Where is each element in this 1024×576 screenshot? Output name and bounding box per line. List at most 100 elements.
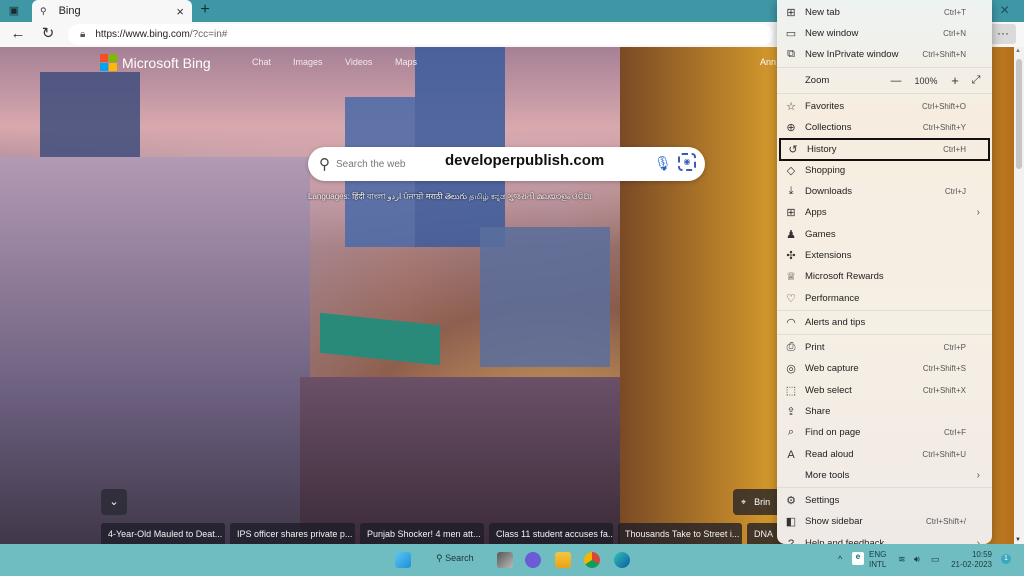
battery-icon[interactable]: ▭ <box>931 554 940 564</box>
menu-item-find-on-page[interactable]: ⌕ Find on page Ctrl+F <box>777 422 992 443</box>
new-tab-button[interactable]: + <box>196 1 214 19</box>
menu-item-alerts-and-tips[interactable]: ◠ Alerts and tips <box>777 312 992 333</box>
bing-logo[interactable]: Microsoft Bing <box>100 54 211 71</box>
location-button[interactable]: ⌖ Brin <box>733 489 783 515</box>
language-link[interactable]: తెలుగు <box>445 192 467 201</box>
menu-item-microsoft-rewards[interactable]: ♕ Microsoft Rewards <box>777 266 992 287</box>
teams-chat-icon[interactable] <box>525 552 541 568</box>
menu-label: Share <box>805 406 831 417</box>
tab-bing[interactable]: ⚲ Bing × <box>32 0 192 22</box>
language-code: ENG <box>869 550 887 559</box>
wifi-icon[interactable]: ≋ <box>898 554 906 564</box>
menu-item-help-and-feedback[interactable]: ? Help and feedback › <box>777 533 992 545</box>
languages-row: Languages: हिंदी বাংলা اردو ਪੰਜਾਬੀ मराठी… <box>308 191 591 204</box>
menu-shortcut: Ctrl+P <box>943 343 966 352</box>
clock[interactable]: 10:59 21-02-2023 <box>948 550 992 570</box>
language-indicator[interactable]: ENG INTL <box>869 550 886 570</box>
language-link[interactable]: ગુજરાતી <box>507 192 534 201</box>
print-icon: ⎙ <box>786 341 796 353</box>
apps-icon: ⊞ <box>786 207 796 219</box>
menu-item-settings[interactable]: ⚙ Settings <box>777 490 992 511</box>
search-box[interactable]: ⚲ Search the web developerpublish.com 🎙︎… <box>308 147 705 181</box>
fullscreen-icon[interactable]: ⤢ <box>965 74 987 87</box>
menu-item-share[interactable]: ⇪ Share <box>777 401 992 422</box>
zoom-out-button[interactable]: — <box>885 75 907 87</box>
visual-search-icon[interactable]: ◉ <box>678 153 696 171</box>
menu-item-shopping[interactable]: ◇ Shopping <box>777 160 992 181</box>
language-link[interactable]: বাংলা <box>367 192 386 201</box>
volume-icon[interactable]: 🔊︎ <box>914 554 920 564</box>
language-link[interactable]: മലയാളം <box>537 192 570 201</box>
menu-item-web-capture[interactable]: ◎ Web capture Ctrl+Shift+S <box>777 358 992 379</box>
menu-item-show-sidebar[interactable]: ◧ Show sidebar Ctrl+Shift+/ <box>777 511 992 532</box>
menu-label: Print <box>805 342 825 353</box>
menu-item-extensions[interactable]: ✣ Extensions <box>777 245 992 266</box>
chrome-icon[interactable] <box>584 552 600 568</box>
tray-app-icon[interactable]: e <box>852 552 864 565</box>
news-card[interactable]: Thousands Take to Street i... <box>618 523 742 544</box>
tray-overflow-icon[interactable]: ^ <box>838 554 842 564</box>
zoom-in-button[interactable]: + <box>945 73 965 88</box>
lock-icon[interactable]: 🔒︎ <box>80 29 85 40</box>
language-link[interactable]: اردو <box>388 192 402 201</box>
language-link[interactable]: ਪੰਜਾਬੀ <box>403 192 423 201</box>
microphone-icon[interactable]: 🎙︎ <box>654 155 672 172</box>
back-button[interactable]: ← <box>8 25 28 43</box>
menu-item-new-inprivate-window[interactable]: ⧉ New InPrivate window Ctrl+Shift+N <box>777 44 992 65</box>
expand-feed-button[interactable]: ⌄ <box>101 489 127 515</box>
close-window-icon[interactable]: × <box>1000 2 1009 20</box>
scroll-up-icon[interactable]: ▲ <box>1015 48 1021 54</box>
menu-item-web-select[interactable]: ⬚ Web select Ctrl+Shift+X <box>777 380 992 401</box>
language-link[interactable]: हिंदी <box>352 192 365 201</box>
notification-badge[interactable]: 1 <box>1001 554 1011 564</box>
start-button[interactable] <box>395 552 411 568</box>
history-icon: ↺ <box>788 144 798 156</box>
menu-item-apps[interactable]: ⊞ Apps › <box>777 202 992 223</box>
menu-item-new-tab[interactable]: ⊞ New tab Ctrl+T <box>777 2 992 23</box>
extensions-icon: ✣ <box>786 250 796 262</box>
news-card[interactable]: Class 11 student accuses fa... <box>489 523 613 544</box>
menu-item-history[interactable]: ↺ History Ctrl+H <box>779 138 990 161</box>
vertical-scrollbar[interactable]: ▲ ▼ <box>1014 47 1024 544</box>
menu-item-new-window[interactable]: ▭ New window Ctrl+N <box>777 23 992 44</box>
scrollbar-thumb[interactable] <box>1016 59 1022 169</box>
bell-icon: ◠ <box>786 317 796 329</box>
task-view-icon[interactable] <box>497 552 513 568</box>
tab-actions-icon[interactable]: ▣ <box>6 4 22 18</box>
settings-and-more-button[interactable]: ··· <box>990 24 1016 44</box>
scroll-down-icon[interactable]: ▼ <box>1015 537 1021 543</box>
menu-item-favorites[interactable]: ☆ Favorites Ctrl+Shift+O <box>777 96 992 117</box>
nav-right-partial[interactable]: Ann <box>760 57 776 67</box>
collections-icon: ⊕ <box>786 122 796 134</box>
language-link[interactable]: ಕನ್ನಡ <box>491 192 505 201</box>
nav-chat[interactable]: Chat <box>252 57 271 67</box>
nav-videos[interactable]: Videos <box>345 57 372 67</box>
menu-item-read-aloud[interactable]: A Read aloud Ctrl+Shift+U <box>777 444 992 465</box>
taskbar-search-label: Search <box>445 553 474 563</box>
news-card[interactable]: 4-Year-Old Mauled to Deat... <box>101 523 225 544</box>
close-tab-icon[interactable]: × <box>176 4 184 19</box>
menu-shortcut: Ctrl+Shift+S <box>922 364 966 373</box>
menu-item-print[interactable]: ⎙ Print Ctrl+P <box>777 337 992 358</box>
menu-item-downloads[interactable]: ⤓ Downloads Ctrl+J <box>777 181 992 202</box>
file-explorer-icon[interactable] <box>555 552 571 568</box>
news-card[interactable]: IPS officer shares private p... <box>230 523 355 544</box>
nav-maps[interactable]: Maps <box>395 57 417 67</box>
address-bar[interactable]: 🔒︎ https://www.bing.com /?cc=in# <box>68 24 773 45</box>
gear-icon: ⚙ <box>786 495 796 507</box>
inprivate-icon: ⧉ <box>787 48 795 60</box>
refresh-button[interactable]: ↻ <box>38 25 58 43</box>
language-link[interactable]: मराठी <box>426 192 443 201</box>
taskbar-search[interactable]: ⚲ Search <box>436 553 474 564</box>
nav-images[interactable]: Images <box>293 57 323 67</box>
taskbar: ⚲ Search ^ e ENG INTL ≋ 🔊︎ ▭ 10:59 21-02… <box>0 544 1024 576</box>
menu-item-performance[interactable]: ♡ Performance <box>777 288 992 309</box>
menu-item-more-tools[interactable]: More tools › <box>777 465 992 486</box>
menu-item-collections[interactable]: ⊕ Collections Ctrl+Shift+Y <box>777 117 992 138</box>
language-link[interactable]: தமிழ் <box>469 192 489 201</box>
language-link[interactable]: ଓଡ଼ିଆ <box>572 192 591 201</box>
menu-item-games[interactable]: ♟ Games <box>777 224 992 245</box>
news-card[interactable]: Punjab Shocker! 4 men att... <box>360 523 484 544</box>
edge-icon[interactable] <box>614 552 630 568</box>
search-icon: ⚲ <box>40 5 47 16</box>
